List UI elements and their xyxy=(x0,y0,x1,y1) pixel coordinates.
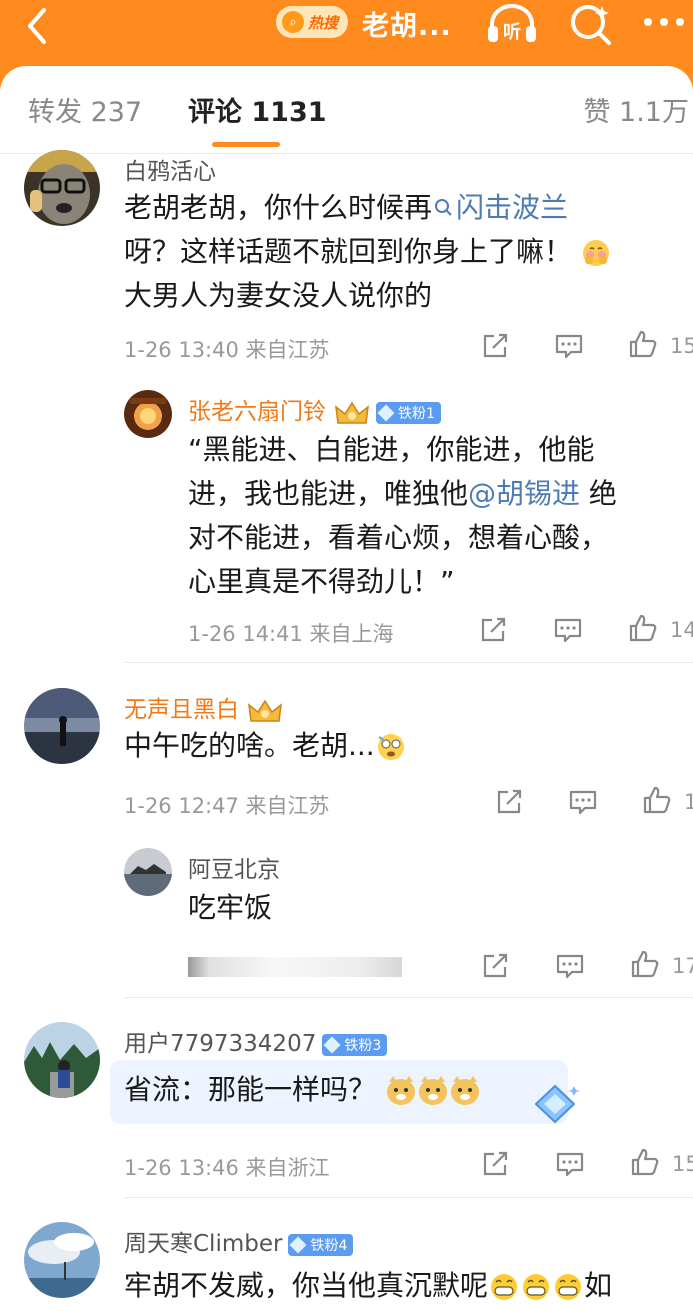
tab-bar: 转发 237 评论 1131 赞 1.1万 xyxy=(0,66,693,154)
tab-repost[interactable]: 转发 237 xyxy=(28,90,142,129)
share-icon[interactable] xyxy=(480,951,510,981)
search-icon: ⌕ xyxy=(282,11,304,33)
search-sparkle-icon[interactable] xyxy=(568,2,614,46)
fan-badge: 铁粉1 xyxy=(376,401,441,424)
divider xyxy=(124,997,693,998)
listen-label: 听 xyxy=(503,21,521,43)
like-icon[interactable] xyxy=(628,613,658,643)
share-icon[interactable] xyxy=(480,331,510,361)
comment-text-line: 大男人为妻女没人说你的 xyxy=(124,279,433,312)
diamond-icon xyxy=(289,1236,307,1253)
crown-badge-icon xyxy=(248,699,282,722)
comment-meta: 1-26 13:46 来自浙江 xyxy=(124,1156,330,1180)
tab-comment[interactable]: 评论 1131 xyxy=(188,90,327,129)
share-icon[interactable] xyxy=(480,1149,510,1179)
page-title: 老胡... xyxy=(362,11,452,42)
search-icon xyxy=(435,199,452,216)
hot-search-label: 热搜 xyxy=(308,13,339,32)
comment-text: 中午吃的啥。老胡... xyxy=(124,724,684,768)
like-icon[interactable] xyxy=(642,785,672,815)
crown-badge-icon xyxy=(335,401,369,424)
comment-meta: 1-26 12:47 来自江苏 xyxy=(124,794,330,818)
comment-username[interactable]: 白鸦活心 xyxy=(124,152,216,186)
grin-emoji-icon xyxy=(491,1274,582,1300)
diamond-icon xyxy=(377,404,395,421)
reply-icon[interactable] xyxy=(555,951,585,981)
reply-icon[interactable] xyxy=(568,787,598,817)
comment-meta: 1-26 13:40 来自江苏 xyxy=(124,338,330,362)
like-count: 15 xyxy=(670,334,693,358)
comment-username[interactable]: 周天寒Climber 铁粉4 xyxy=(124,1224,354,1258)
reply-avatar[interactable] xyxy=(124,848,172,896)
listen-headphone-icon[interactable]: 听 xyxy=(486,2,538,44)
like-icon[interactable] xyxy=(630,1147,660,1177)
tab-like[interactable]: 赞 1.1万 xyxy=(583,90,689,129)
mention-link[interactable]: @胡锡进 xyxy=(468,477,580,510)
reply-icon[interactable] xyxy=(554,331,584,361)
like-count: 1 xyxy=(684,790,693,814)
blurred-meta xyxy=(188,957,402,977)
reply-icon[interactable] xyxy=(553,615,583,645)
like-icon[interactable] xyxy=(628,329,658,359)
comment-text-line: 呀？这样话题不就回到你身上了嘛！ xyxy=(124,235,573,268)
fan-badge: 铁粉4 xyxy=(288,1233,354,1256)
reply-avatar[interactable] xyxy=(124,390,172,438)
topic-link[interactable]: 闪击波兰 xyxy=(432,191,568,224)
avatar[interactable] xyxy=(24,1022,100,1098)
shy-emoji-icon xyxy=(582,240,609,266)
avatar[interactable] xyxy=(24,150,100,226)
reply-meta: 1-26 14:41 来自上海 xyxy=(188,622,394,646)
dizzy-emoji-icon xyxy=(377,734,404,760)
reply-username[interactable]: 张老六扇门铃 铁粉1 xyxy=(188,392,441,427)
like-count: 14 xyxy=(670,618,693,642)
reply-text: 吃牢饭 xyxy=(188,891,273,924)
like-count: 15 xyxy=(672,1152,693,1176)
avatar[interactable] xyxy=(24,688,100,764)
comment-text-line: 老胡老胡，你什么时候再 xyxy=(124,191,433,224)
hot-search-pill[interactable]: ⌕ 热搜 xyxy=(276,6,348,38)
comment-text: 老胡老胡，你什么时候再 闪击波兰 呀？这样话题不就回到你身上了嘛！ 大男人为妻女没… xyxy=(124,186,684,318)
comment-text: 省流：那能一样吗？ xyxy=(124,1068,481,1112)
active-tab-indicator xyxy=(212,142,280,147)
back-arrow-icon[interactable] xyxy=(18,6,58,46)
reply-icon[interactable] xyxy=(555,1149,585,1179)
share-icon[interactable] xyxy=(478,615,508,645)
like-count: 17 xyxy=(672,954,693,978)
comment-text: 牢胡不发威，你当他真沉默呢 如 xyxy=(124,1269,613,1302)
reply-username[interactable]: 阿豆北京 xyxy=(188,850,280,884)
diamond-decoration-icon xyxy=(534,1084,580,1124)
fan-badge: 铁粉3 xyxy=(322,1033,388,1056)
reply-text: “黑能进、白能进，你能进，他能 进，我也能进，唯独他@胡锡进 绝 对不能进，看着… xyxy=(188,433,617,598)
comment-username[interactable]: 用户7797334207 铁粉3 xyxy=(124,1024,388,1058)
share-icon[interactable] xyxy=(494,787,524,817)
doge-emoji-icon xyxy=(386,1076,479,1105)
avatar[interactable] xyxy=(24,1222,100,1298)
divider xyxy=(124,1197,693,1198)
comment-username[interactable]: 无声且黑白 xyxy=(124,690,283,725)
like-icon[interactable] xyxy=(630,949,660,979)
more-icon[interactable] xyxy=(640,2,688,42)
diamond-icon xyxy=(323,1036,341,1053)
divider xyxy=(124,662,693,663)
